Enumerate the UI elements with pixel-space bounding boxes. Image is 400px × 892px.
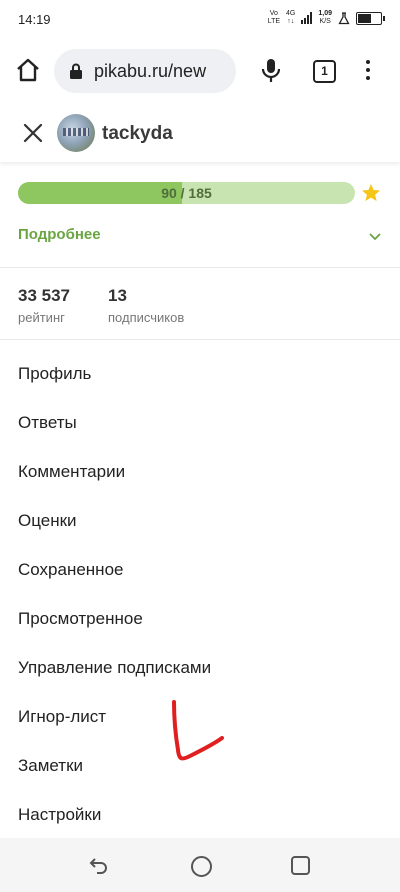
status-icons: Vo LTE 4G ↑↓ 1,09 K/S: [267, 10, 385, 26]
home-icon[interactable]: [14, 56, 42, 84]
menu-item-profile[interactable]: Профиль: [0, 349, 400, 398]
stat-value: 33 537: [18, 286, 70, 305]
rating-progress-text: 90 / 185: [161, 185, 212, 201]
flask-icon: [338, 11, 350, 24]
profile-stats: 33 537 рейтинг 13 подписчиков: [18, 286, 184, 325]
menu-item-settings[interactable]: Настройки: [0, 790, 400, 839]
back-icon[interactable]: [89, 856, 109, 874]
home-button-icon[interactable]: [191, 856, 212, 877]
recent-apps-icon[interactable]: [291, 856, 310, 875]
rating-progress-bar: 90 / 185: [18, 182, 355, 204]
divider: [0, 339, 400, 340]
system-nav-bar: [0, 838, 400, 892]
network-speed: 1,09 K/S: [318, 10, 332, 25]
username[interactable]: tackyda: [102, 123, 173, 145]
address-bar[interactable]: pikabu.ru/new: [54, 49, 236, 93]
avatar[interactable]: [57, 114, 95, 152]
menu-item-viewed[interactable]: Просмотренное: [0, 594, 400, 643]
status-bar: 14:19 Vo LTE 4G ↑↓ 1,09 K/S: [0, 0, 400, 40]
stat-rating: 33 537 рейтинг: [18, 286, 70, 325]
battery-icon: [356, 11, 385, 25]
lock-icon: [70, 63, 82, 79]
more-options-icon[interactable]: [360, 58, 376, 84]
microphone-icon[interactable]: [258, 57, 284, 85]
chevron-down-icon[interactable]: [368, 229, 382, 243]
divider: [0, 267, 400, 268]
close-icon[interactable]: [22, 122, 44, 144]
menu-item-subscriptions[interactable]: Управление подписками: [0, 643, 400, 692]
signal-icon: [301, 12, 313, 24]
profile-header: tackyda: [0, 102, 400, 162]
details-toggle[interactable]: Подробнее: [18, 226, 382, 248]
menu-item-ratings[interactable]: Оценки: [0, 496, 400, 545]
menu-item-replies[interactable]: Ответы: [0, 398, 400, 447]
network-type-indicator: 4G ↑↓: [286, 10, 296, 25]
details-label[interactable]: Подробнее: [18, 226, 101, 243]
annotation-checkmark: [172, 700, 224, 761]
menu-item-saved[interactable]: Сохраненное: [0, 545, 400, 594]
url-text[interactable]: pikabu.ru/new: [94, 61, 206, 82]
menu-item-comments[interactable]: Комментарии: [0, 447, 400, 496]
stat-label[interactable]: подписчиков: [108, 310, 184, 325]
browser-toolbar: pikabu.ru/new 1: [0, 40, 400, 102]
stat-label: рейтинг: [18, 310, 65, 325]
stat-value[interactable]: 13: [108, 286, 184, 306]
tab-switcher-button[interactable]: 1: [313, 60, 336, 83]
stat-subscribers[interactable]: 13 подписчиков: [108, 286, 184, 325]
status-time: 14:19: [18, 12, 51, 27]
star-icon: [362, 184, 380, 201]
volte-indicator: Vo LTE: [267, 10, 281, 25]
